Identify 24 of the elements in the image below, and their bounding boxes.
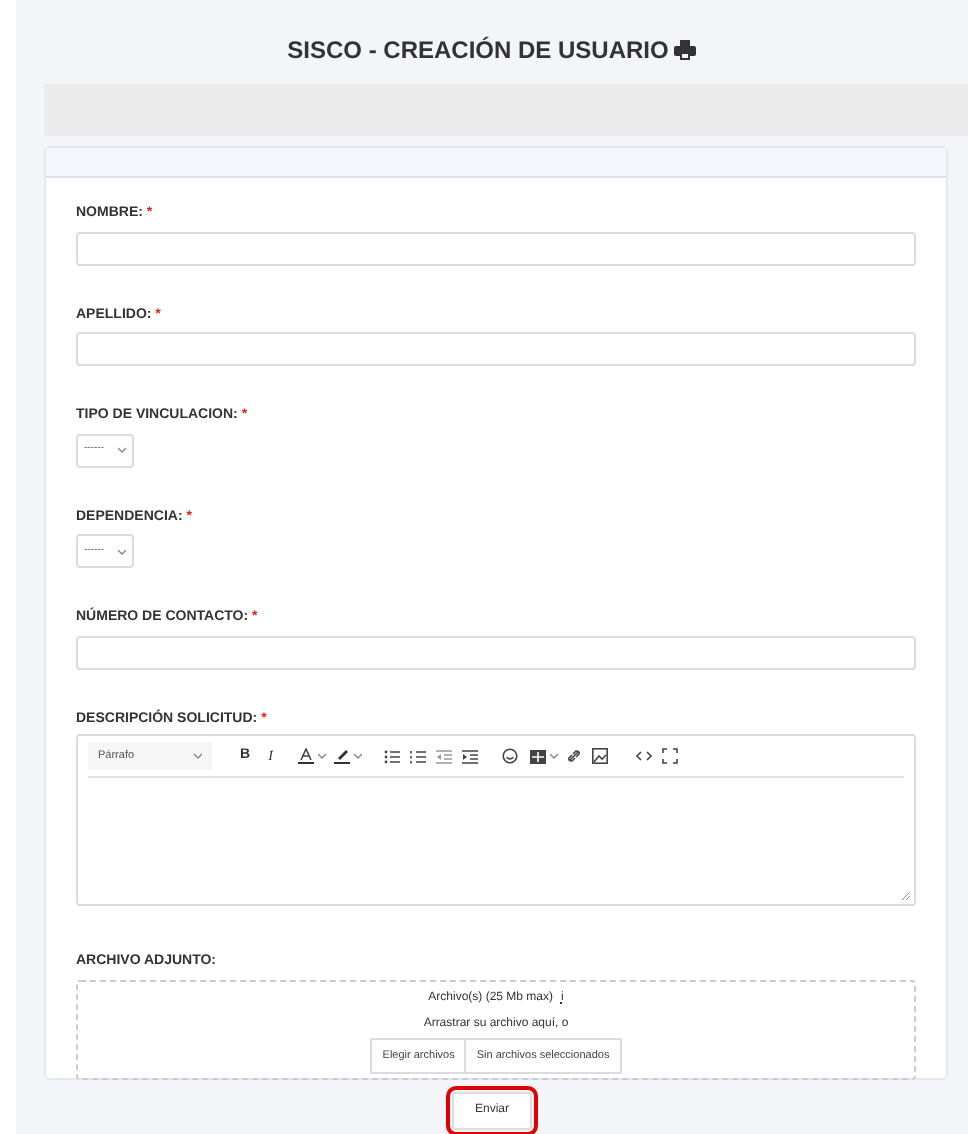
outdent-icon[interactable]	[436, 749, 453, 763]
emoji-icon[interactable]	[502, 748, 519, 764]
highlighter-icon[interactable]	[334, 748, 351, 764]
numbered-list-icon[interactable]	[410, 749, 427, 763]
caret-icon	[194, 752, 202, 760]
fullscreen-icon[interactable]	[662, 748, 679, 764]
caret-icon	[354, 752, 363, 760]
input-field[interactable]	[76, 231, 916, 265]
resize-handle-icon[interactable]	[902, 892, 910, 900]
text-color-icon[interactable]	[298, 748, 315, 764]
table-icon[interactable]	[530, 749, 547, 763]
caret-icon	[550, 752, 559, 760]
image-icon[interactable]	[592, 748, 609, 764]
indent-icon[interactable]	[462, 749, 479, 763]
input-field[interactable]	[76, 332, 916, 366]
printer-icon[interactable]	[674, 40, 697, 60]
caret-icon	[118, 446, 126, 454]
page-title: SISCO - CREACIÓN DE USUARIO	[287, 34, 669, 68]
caret-icon	[318, 752, 327, 760]
caret-icon	[118, 547, 126, 555]
bullet-list-icon[interactable]	[384, 749, 401, 763]
input-field[interactable]	[76, 635, 916, 669]
code-icon[interactable]	[636, 750, 653, 762]
link-icon[interactable]	[566, 748, 583, 764]
